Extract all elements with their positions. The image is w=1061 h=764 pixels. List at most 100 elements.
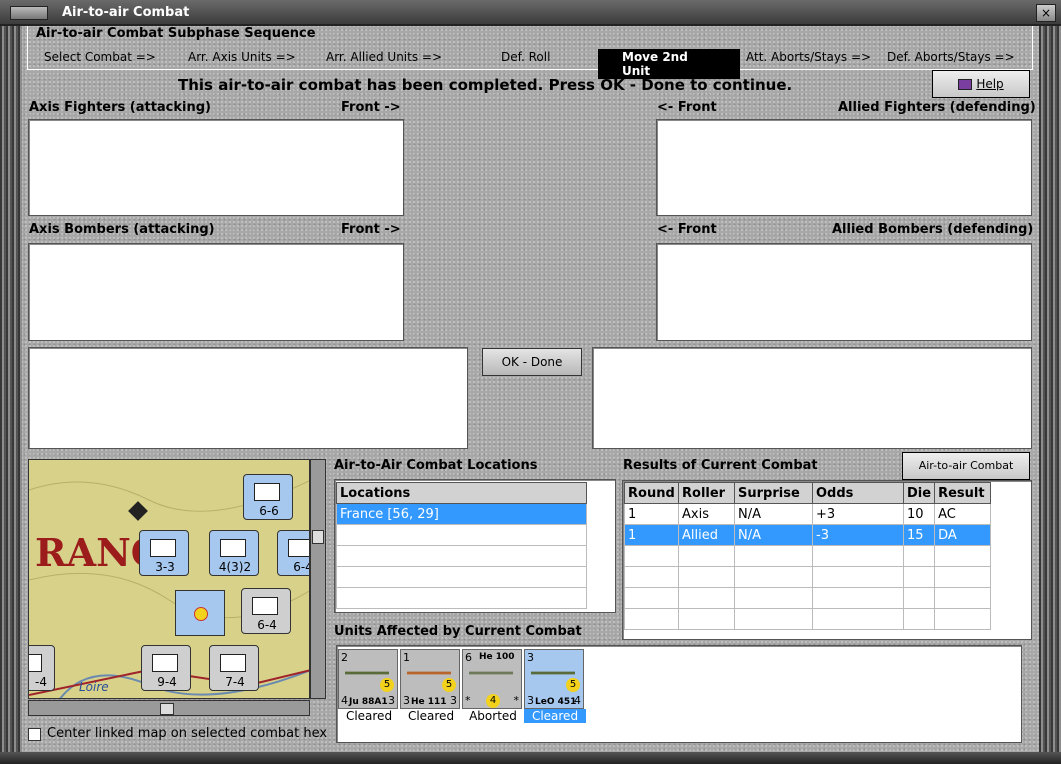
location-item[interactable]: France [56, 29] [336, 503, 587, 525]
unit-left-value: * [465, 694, 471, 707]
unit-right-value: 3 [450, 694, 457, 707]
infantry-symbol-icon [288, 539, 309, 557]
map-horizontal-scroll-thumb[interactable] [160, 703, 174, 715]
infantry-symbol-icon [152, 654, 178, 672]
unit-top-value: 2 [341, 651, 348, 664]
results-section-title: Results of Current Combat [623, 458, 818, 473]
locations-header: Locations [336, 482, 587, 504]
step-def-aborts-stays: Def. Aborts/Stays => [887, 50, 1015, 64]
axis-fighters-box[interactable] [28, 119, 404, 216]
infantry-symbol-icon [252, 597, 278, 615]
units-section-title: Units Affected by Current Combat [334, 624, 582, 639]
table-row [624, 566, 991, 588]
status-message: This air-to-air combat has been complete… [178, 76, 793, 94]
cell: 1 [624, 503, 679, 525]
map-vertical-scroll-thumb[interactable] [312, 530, 324, 544]
unit-left-value: 3 [527, 694, 534, 707]
map-counter[interactable]: 9-4 [141, 645, 191, 691]
step-arr-axis-units: Arr. Axis Units => [188, 50, 296, 64]
frame-bottom [0, 752, 1061, 764]
unit-status-label: Cleared [345, 709, 393, 723]
table-row[interactable]: 1 Axis N/A +3 10 AC [624, 503, 991, 525]
help-label: Help [976, 77, 1004, 91]
col-die: Die [902, 482, 936, 504]
location-empty-row [336, 587, 587, 609]
map-river-label: Loire [79, 680, 109, 694]
allied-bombers-box[interactable] [656, 243, 1032, 341]
unit-status-label: Aborted [469, 709, 517, 723]
axis-bombers-box[interactable] [28, 243, 404, 341]
map-counter[interactable]: -4 [29, 645, 55, 691]
step-att-aborts-stays: Att. Aborts/Stays => [746, 50, 872, 64]
center-map-checkbox[interactable] [28, 728, 41, 741]
allied-bombers-front-label: <- Front [657, 222, 717, 237]
col-result: Result [934, 482, 991, 504]
unit-name: He 100 [479, 652, 515, 662]
unit-right-value: * [513, 694, 520, 707]
bomber-plane-icon [531, 671, 575, 675]
locations-section-title: Air-to-Air Combat Locations [334, 458, 538, 473]
map-counter[interactable]: 6-4 [241, 588, 291, 634]
unit-name: LeO 451 [535, 697, 577, 707]
infantry-symbol-icon [254, 483, 280, 501]
axis-bombers-label: Axis Bombers (attacking) [29, 222, 215, 237]
allied-bombers-label: Allied Bombers (defending) [832, 222, 1034, 237]
table-row[interactable]: 1 Allied N/A -3 15 DA [624, 524, 991, 546]
cell: 10 [902, 503, 936, 525]
table-row [624, 608, 991, 630]
combat-hex-marker[interactable] [175, 590, 225, 636]
unit-status-label: Cleared [524, 709, 586, 723]
linked-map[interactable]: RANC Loire 6-6 3-3 4(3)2 6-4 6-4 9-4 7-4… [28, 459, 310, 699]
unit-name: He 111 [411, 697, 447, 707]
col-round: Round [624, 482, 679, 504]
unit-top-value: 3 [527, 651, 534, 664]
cell: N/A [734, 503, 813, 525]
help-button[interactable]: Help [932, 70, 1030, 98]
step-move-2nd-unit: Move 2nd Unit [598, 49, 740, 79]
map-counter[interactable]: 7-4 [209, 645, 259, 691]
map-counter[interactable]: 3-3 [139, 530, 189, 576]
allied-fighters-front-label: <- Front [657, 100, 717, 115]
air-combat-chart-button[interactable]: Air-to-air Combat Chart [902, 452, 1030, 498]
close-button[interactable]: × [1036, 4, 1056, 22]
unit-right-value: 4 [574, 694, 581, 707]
ok-done-button[interactable]: OK - Done [482, 348, 582, 376]
map-vertical-scrollbar[interactable] [310, 459, 326, 699]
locations-list[interactable]: Locations France [56, 29] [336, 482, 587, 609]
unit-status-label: Cleared [407, 709, 455, 723]
cell: +3 [812, 503, 904, 525]
cell: Allied [678, 524, 735, 546]
unit-counter-he111[interactable]: 1 5 3 He 111 3 [400, 649, 460, 709]
bomber-plane-icon [345, 671, 389, 675]
combat-marker-icon [194, 607, 208, 621]
unit-counter-ju88[interactable]: 2 5 4 Ju 88A1 3 [338, 649, 398, 709]
unit-counter-he100[interactable]: 6 He 100 4 * * [462, 649, 522, 709]
col-odds: Odds [812, 482, 904, 504]
allied-fighters-box[interactable] [656, 119, 1032, 216]
location-empty-row [336, 566, 587, 588]
axis-fighters-front-label: Front -> [341, 100, 401, 115]
cell: AC [934, 503, 991, 525]
axis-bombers-front-label: Front -> [341, 222, 401, 237]
results-table[interactable]: Round Roller Surprise Odds Die Result 1A… [624, 482, 991, 630]
step-def-roll: Def. Roll [501, 50, 551, 64]
map-counter[interactable]: 4(3)2 [209, 530, 259, 576]
unit-top-value: 6 [465, 651, 472, 664]
bomber-plane-icon [407, 671, 451, 675]
step-arr-allied-units: Arr. Allied Units => [326, 50, 443, 64]
fighter-plane-icon [469, 671, 513, 675]
range-badge: 5 [566, 678, 580, 692]
unit-right-value: 3 [388, 694, 395, 707]
unit-counter-leo451[interactable]: 3 5 3 LeO 451 4 [524, 649, 584, 709]
map-counter[interactable]: 6-4 [277, 530, 309, 576]
step-select-combat: Select Combat => [44, 50, 156, 64]
help-book-icon [958, 79, 973, 90]
infantry-symbol-icon [220, 539, 246, 557]
col-roller: Roller [678, 482, 735, 504]
col-surprise: Surprise [734, 482, 813, 504]
window-menu-icon[interactable] [10, 6, 48, 20]
unit-left-value: 4 [341, 694, 348, 707]
map-counter[interactable]: 6-6 [243, 474, 293, 520]
allied-message-box [592, 347, 1032, 449]
location-empty-row [336, 545, 587, 567]
